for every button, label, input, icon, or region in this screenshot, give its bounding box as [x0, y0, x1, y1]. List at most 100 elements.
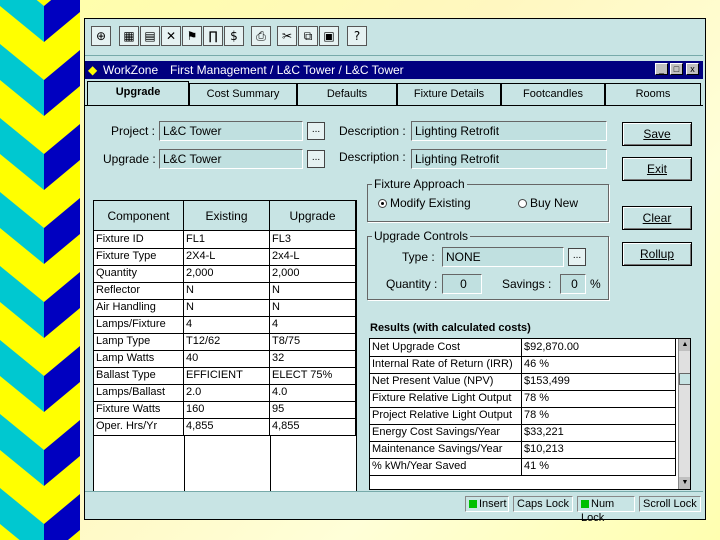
calc-icon[interactable]: ▦: [119, 26, 139, 46]
exit-button[interactable]: Exit: [622, 157, 692, 181]
table-cell[interactable]: N: [184, 299, 270, 316]
dollar-icon[interactable]: $: [224, 26, 244, 46]
list-item[interactable]: Project Relative Light Output 78 %: [370, 407, 676, 425]
clear-button[interactable]: Clear: [622, 206, 692, 230]
rollup-button[interactable]: Rollup: [622, 242, 692, 266]
table-row[interactable]: Fixture Watts 160 95: [94, 401, 356, 419]
type-browse-button[interactable]: ...: [568, 248, 586, 266]
flag-icon[interactable]: ⚑: [182, 26, 202, 46]
component-grid[interactable]: Component Existing Upgrade Fixture ID FL1…: [93, 200, 357, 494]
table-cell[interactable]: N: [270, 299, 356, 316]
table-cell[interactable]: 4: [184, 316, 270, 333]
table-cell[interactable]: 95: [270, 401, 356, 418]
upgrade-browse-button[interactable]: ...: [307, 150, 325, 168]
tab-upgrade[interactable]: Upgrade: [87, 81, 189, 105]
list-item[interactable]: Fixture Relative Light Output 78 %: [370, 390, 676, 408]
print-icon[interactable]: ⎙: [251, 26, 271, 46]
table-row[interactable]: Fixture Type 2X4-L 2x4-L: [94, 248, 356, 266]
table-cell[interactable]: 40: [184, 350, 270, 367]
description-field-1[interactable]: Lighting Retrofit: [411, 121, 607, 141]
table-cell[interactable]: 4.0: [270, 384, 356, 401]
table-cell[interactable]: 4: [270, 316, 356, 333]
table-cell[interactable]: 2x4-L: [270, 248, 356, 265]
close-button[interactable]: x: [686, 63, 699, 75]
table-cell[interactable]: EFFICIENT: [184, 367, 270, 384]
table-cell[interactable]: 2,000: [184, 265, 270, 282]
results-grid[interactable]: Net Upgrade Cost $92,870.00 Internal Rate …: [369, 338, 691, 490]
chart-icon[interactable]: ▤: [140, 26, 160, 46]
savings-field[interactable]: 0: [560, 274, 586, 294]
tab-footcandles[interactable]: Footcandles: [501, 83, 605, 105]
list-item[interactable]: Maintenance Savings/Year $10,213: [370, 441, 676, 459]
table-cell[interactable]: FL1: [184, 231, 270, 248]
buy-new-radio[interactable]: [518, 199, 527, 208]
table-cell[interactable]: Fixture Type: [94, 248, 184, 265]
table-cell[interactable]: 4,855: [184, 418, 270, 435]
paste-icon[interactable]: ▣: [319, 26, 339, 46]
table-cell[interactable]: 2X4-L: [184, 248, 270, 265]
table-row[interactable]: Air Handling N N: [94, 299, 356, 317]
help-icon[interactable]: ?: [347, 26, 367, 46]
results-scrollbar[interactable]: ▲ ▼: [678, 339, 690, 489]
table-cell[interactable]: 32: [270, 350, 356, 367]
list-item[interactable]: Net Upgrade Cost $92,870.00: [370, 339, 676, 357]
table-row[interactable]: Lamps/Ballast 2.0 4.0: [94, 384, 356, 402]
nav-icon[interactable]: ⊕: [91, 26, 111, 46]
table-row[interactable]: Reflector N N: [94, 282, 356, 300]
table-cell[interactable]: Fixture ID: [94, 231, 184, 248]
table-row[interactable]: Fixture ID FL1 FL3: [94, 231, 356, 249]
table-cell[interactable]: N: [270, 282, 356, 299]
cut-icon[interactable]: ✂: [277, 26, 297, 46]
scroll-down-icon[interactable]: ▼: [679, 477, 690, 489]
tools-icon[interactable]: ✕: [161, 26, 181, 46]
table-cell[interactable]: N: [184, 282, 270, 299]
list-item[interactable]: Internal Rate of Return (IRR) 46 %: [370, 356, 676, 374]
tab-fixture-details[interactable]: Fixture Details: [397, 83, 501, 105]
table-cell[interactable]: Air Handling: [94, 299, 184, 316]
table-cell[interactable]: Oper. Hrs/Yr: [94, 418, 184, 435]
table-cell[interactable]: Ballast Type: [94, 367, 184, 384]
table-row[interactable]: Quantity 2,000 2,000: [94, 265, 356, 283]
type-field[interactable]: NONE: [442, 247, 564, 267]
table-cell[interactable]: FL3: [270, 231, 356, 248]
table-row[interactable]: Lamp Watts 40 32: [94, 350, 356, 368]
table-cell[interactable]: Lamp Type: [94, 333, 184, 350]
table-cell[interactable]: Quantity: [94, 265, 184, 282]
table-cell[interactable]: Reflector: [94, 282, 184, 299]
table-cell[interactable]: 2.0: [184, 384, 270, 401]
scroll-thumb[interactable]: [679, 373, 690, 385]
table-row[interactable]: Lamp Type T12/62 T8/75: [94, 333, 356, 351]
maximize-button[interactable]: □: [670, 63, 683, 75]
table-cell[interactable]: Fixture Watts: [94, 401, 184, 418]
list-item[interactable]: Net Present Value (NPV) $153,499: [370, 373, 676, 391]
tab-defaults[interactable]: Defaults: [297, 83, 397, 105]
minimize-button[interactable]: _: [655, 63, 668, 75]
upgrade-field[interactable]: L&C Tower: [159, 149, 303, 169]
table-cell[interactable]: ELECT 75%: [270, 367, 356, 384]
description-field-2[interactable]: Lighting Retrofit: [411, 149, 607, 169]
table-row[interactable]: Lamps/Fixture 4 4: [94, 316, 356, 334]
column-header-upgrade[interactable]: Upgrade: [270, 201, 356, 231]
table-cell[interactable]: Lamp Watts: [94, 350, 184, 367]
table-cell[interactable]: Lamps/Ballast: [94, 384, 184, 401]
table-cell[interactable]: T8/75: [270, 333, 356, 350]
column-header-existing[interactable]: Existing: [184, 201, 270, 231]
list-item[interactable]: Energy Cost Savings/Year $33,221: [370, 424, 676, 442]
table-row[interactable]: Oper. Hrs/Yr 4,855 4,855: [94, 418, 356, 436]
table-cell[interactable]: 4,855: [270, 418, 356, 435]
list-item[interactable]: % kWh/Year Saved 41 %: [370, 458, 676, 476]
column-header-component[interactable]: Component: [94, 201, 184, 231]
tab-cost-summary[interactable]: Cost Summary: [189, 83, 297, 105]
table-row[interactable]: Ballast Type EFFICIENT ELECT 75%: [94, 367, 356, 385]
tab-rooms[interactable]: Rooms: [605, 83, 701, 105]
copy-icon[interactable]: ⧉: [298, 26, 318, 46]
quantity-field[interactable]: 0: [442, 274, 482, 294]
table-cell[interactable]: Lamps/Fixture: [94, 316, 184, 333]
scroll-up-icon[interactable]: ▲: [679, 339, 690, 351]
table-cell[interactable]: 2,000: [270, 265, 356, 282]
table-cell[interactable]: T12/62: [184, 333, 270, 350]
save-button[interactable]: Save: [622, 122, 692, 146]
project-browse-button[interactable]: ...: [307, 122, 325, 140]
table-cell[interactable]: 160: [184, 401, 270, 418]
project-field[interactable]: L&C Tower: [159, 121, 303, 141]
